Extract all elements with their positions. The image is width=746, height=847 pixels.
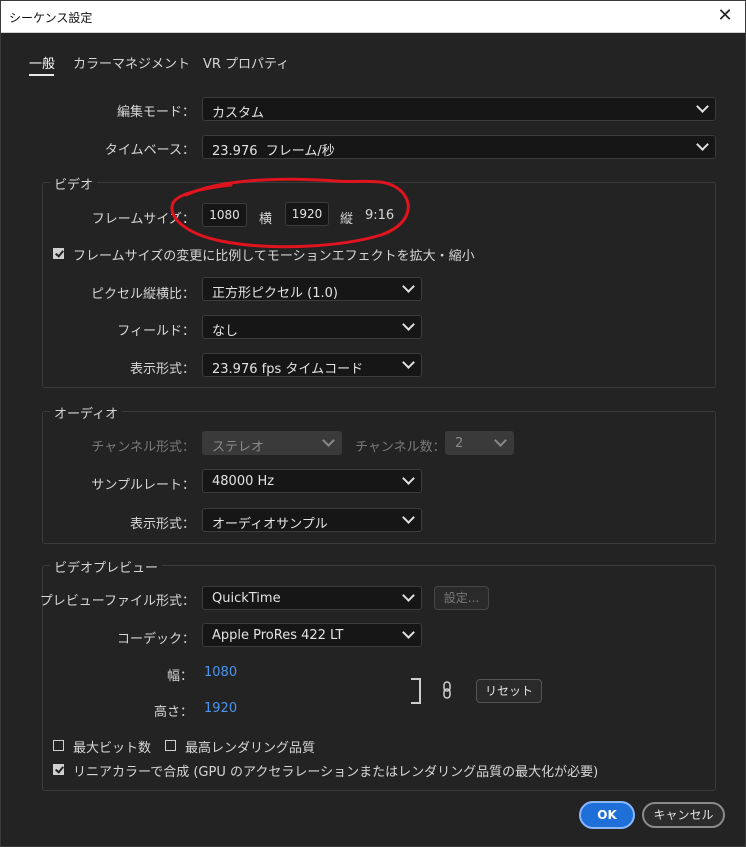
chevron-down-icon	[402, 589, 415, 602]
channel-count-value: 2	[455, 436, 464, 451]
chevron-down-icon	[402, 280, 415, 293]
tab-color-management[interactable]: カラーマネジメント	[73, 53, 190, 72]
edit-mode-value: カスタム	[212, 106, 265, 121]
preview-file-format-label: プレビューファイル形式：	[39, 594, 195, 609]
codec-select[interactable]: Apple ProRes 422 LT	[202, 623, 422, 647]
preview-height-value[interactable]: 1920	[204, 701, 237, 716]
linear-color-checkbox[interactable]	[53, 764, 64, 775]
edit-mode-label: 編集モード：	[116, 105, 195, 120]
linear-color-label: リニアカラーで合成 (GPU のアクセラレーションまたはレンダリング品質の最大化…	[73, 765, 599, 780]
close-icon[interactable]: ✕	[715, 6, 735, 26]
ok-button[interactable]: OK	[579, 801, 635, 829]
video-display-format-label: 表示形式：	[129, 362, 195, 377]
timebase-select[interactable]: 23.976 フレーム/秒	[202, 135, 716, 159]
audio-display-format-label: 表示形式：	[129, 517, 195, 532]
scale-motion-checkbox[interactable]	[53, 248, 64, 259]
video-display-format-value: 23.976 fps タイムコード	[212, 362, 364, 377]
preview-width-value[interactable]: 1080	[204, 665, 237, 680]
audio-display-format-value: オーディオサンプル	[212, 517, 328, 532]
chevron-down-icon	[402, 318, 415, 331]
pixel-aspect-label: ピクセル縦横比：	[90, 287, 195, 302]
video-display-format-select[interactable]: 23.976 fps タイムコード	[202, 353, 422, 377]
cancel-button[interactable]: キャンセル	[642, 802, 725, 828]
codec-label: コーデック：	[116, 632, 195, 647]
max-bit-depth-label: 最大ビット数	[73, 741, 152, 756]
sample-rate-label: サンプルレート：	[91, 478, 195, 493]
preview-settings-button: 設定...	[434, 586, 489, 610]
preview-file-format-value: QuickTime	[212, 591, 281, 606]
timebase-value: 23.976 フレーム/秒	[212, 144, 335, 159]
edit-mode-select[interactable]: カスタム	[202, 97, 716, 121]
active-tab-underline	[29, 74, 54, 76]
channel-count-label: チャンネル数：	[355, 440, 446, 455]
max-render-quality-checkbox[interactable]	[165, 740, 176, 751]
codec-value: Apple ProRes 422 LT	[212, 628, 344, 643]
channel-count-select: 2	[445, 431, 514, 455]
red-circle-annotation	[170, 177, 410, 249]
max-bit-depth-checkbox[interactable]	[53, 740, 64, 751]
dimension-link-bracket	[411, 678, 421, 704]
tab-general-label: 一般	[29, 57, 56, 72]
channel-format-label: チャンネル形式：	[91, 440, 195, 455]
timebase-label: タイムベース：	[104, 143, 195, 158]
link-chain-icon[interactable]	[441, 681, 453, 699]
audio-display-format-select[interactable]: オーディオサンプル	[202, 508, 422, 532]
title-bar: シーケンス設定 ✕	[1, 1, 745, 33]
sample-rate-value: 48000 Hz	[212, 474, 275, 489]
channel-format-select: ステレオ	[202, 431, 342, 455]
pixel-aspect-value: 正方形ピクセル (1.0)	[212, 286, 338, 301]
audio-group-title: オーディオ	[50, 403, 123, 422]
chevron-down-icon	[402, 356, 415, 369]
chevron-down-icon	[402, 626, 415, 639]
chevron-down-icon	[322, 434, 335, 447]
tab-general[interactable]: 一般	[29, 53, 56, 76]
preview-width-label: 幅：	[166, 669, 193, 684]
chevron-down-icon	[696, 100, 709, 113]
window-title: シーケンス設定	[9, 11, 93, 25]
chevron-down-icon	[494, 434, 507, 447]
tab-vr-properties[interactable]: VR プロパティ	[203, 53, 289, 72]
pixel-aspect-select[interactable]: 正方形ピクセル (1.0)	[202, 277, 422, 301]
sample-rate-select[interactable]: 48000 Hz	[202, 469, 422, 493]
chevron-down-icon	[402, 511, 415, 524]
max-render-quality-label: 最高レンダリング品質	[185, 741, 316, 756]
chevron-down-icon	[696, 138, 709, 151]
fields-value: なし	[212, 324, 239, 339]
fields-select[interactable]: なし	[202, 315, 422, 339]
preview-height-label: 高さ：	[153, 705, 193, 720]
scale-motion-label: フレームサイズの変更に比例してモーションエフェクトを拡大・縮小	[73, 249, 475, 264]
channel-format-value: ステレオ	[212, 440, 265, 455]
chevron-down-icon	[402, 472, 415, 485]
video-group-title: ビデオ	[50, 174, 98, 193]
fields-label: フィールド：	[117, 324, 195, 339]
reset-button[interactable]: リセット	[476, 679, 542, 703]
video-preview-group-title: ビデオプレビュー	[50, 557, 163, 576]
sequence-settings-dialog: シーケンス設定 ✕ 一般 カラーマネジメント VR プロパティ 編集モード： カ…	[0, 0, 746, 847]
preview-file-format-select[interactable]: QuickTime	[202, 586, 422, 610]
